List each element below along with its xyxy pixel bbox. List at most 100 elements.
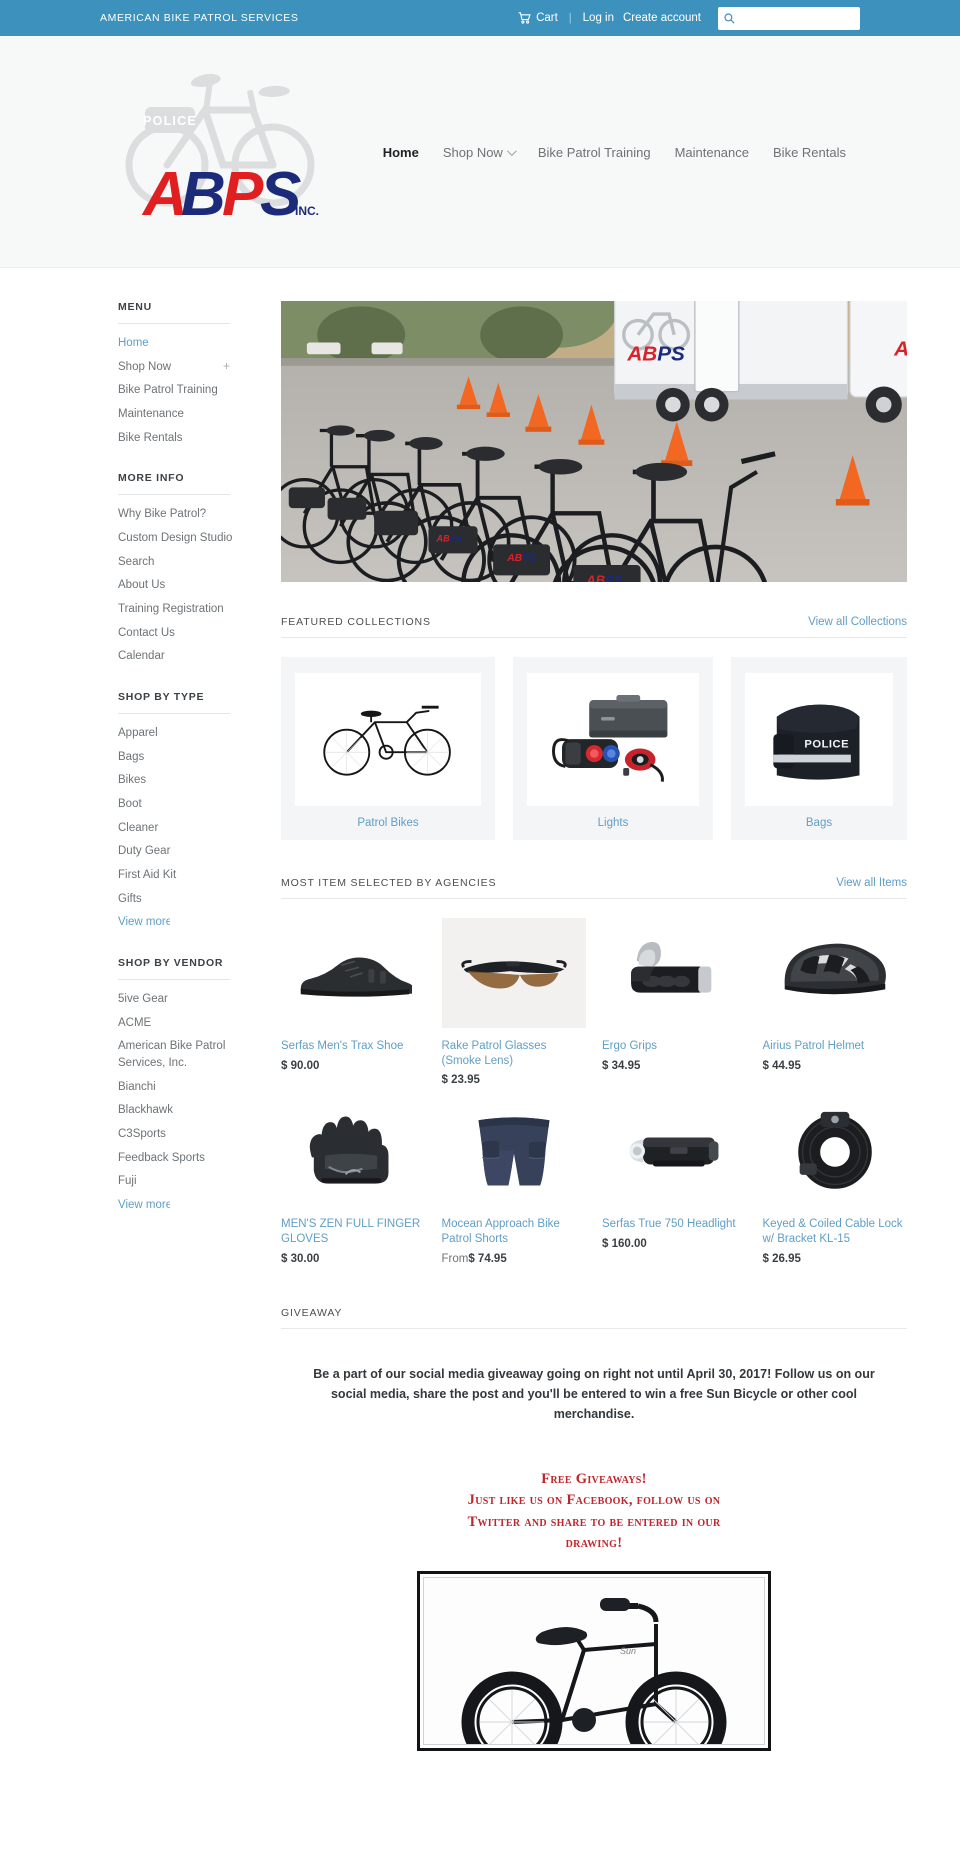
sidebar-item-gifts[interactable]: Gifts: [118, 891, 251, 908]
product-title[interactable]: MEN'S ZEN FULL FINGER GLOVES: [281, 1217, 426, 1246]
shop-by-vendor-view-more-link[interactable]: View more: [118, 1197, 170, 1214]
view-all-items-link[interactable]: View all Items: [836, 877, 907, 889]
price-value: $ 44.95: [762, 1059, 801, 1072]
nav-label: Home: [382, 144, 419, 160]
product-price: $ 90.00: [281, 1060, 426, 1072]
sidebar-item-calendar[interactable]: Calendar: [118, 648, 251, 665]
sidebar-item-home[interactable]: Home: [118, 335, 251, 352]
price-value: $ 23.95: [441, 1074, 480, 1087]
create-account-link[interactable]: Create account: [623, 12, 701, 24]
section-title: GIVEAWAY: [281, 1306, 343, 1319]
promo-line: Twitter and share to be entered in our: [467, 1513, 721, 1530]
nav-item-bike-rentals[interactable]: Bike Rentals: [761, 145, 858, 160]
site-title: AMERICAN BIKE PATROL SERVICES: [100, 12, 299, 24]
sidebar-item-c3sports[interactable]: C3Sports: [118, 1126, 251, 1143]
sidebar-heading-shop-by-vendor: SHOP BY VENDOR: [118, 957, 224, 970]
product-card[interactable]: MEN'S ZEN FULL FINGER GLOVES $ 30.00: [281, 1096, 426, 1265]
cart-button[interactable]: Cart: [518, 12, 558, 24]
divider: [281, 1327, 907, 1329]
list-item: 5ive Gear: [118, 991, 251, 1008]
product-card[interactable]: Serfas Men's Trax Shoe $ 90.00: [281, 918, 426, 1086]
sidebar-item-feedback-sports[interactable]: Feedback Sports: [118, 1150, 251, 1167]
product-price: $ 160.00: [602, 1238, 747, 1250]
sidebar-item-shop-now[interactable]: Shop Now: [118, 359, 171, 376]
sidebar-item-bikes[interactable]: Bikes: [118, 772, 251, 789]
sidebar-item-why-bike-patrol[interactable]: Why Bike Patrol?: [118, 506, 251, 523]
expand-plus-icon[interactable]: +: [223, 359, 230, 375]
sidebar-item-5ive-gear[interactable]: 5ive Gear: [118, 991, 251, 1008]
sidebar-item-first-aid-kit[interactable]: First Aid Kit: [118, 867, 251, 884]
search-box[interactable]: [718, 6, 860, 30]
list-item: Fuji: [118, 1173, 251, 1190]
svg-text:ABPS: ABPS: [506, 553, 536, 564]
product-title[interactable]: Keyed & Coiled Cable Lock w/ Bracket KL-…: [763, 1217, 908, 1246]
list-item: Home: [118, 335, 251, 352]
collection-card-lights[interactable]: Lights: [513, 657, 713, 840]
sidebar-item-cleaner[interactable]: Cleaner: [118, 820, 251, 837]
product-card[interactable]: Rake Patrol Glasses (Smoke Lens) $ 23.95: [441, 918, 587, 1087]
price-value: $ 160.00: [602, 1238, 647, 1251]
sidebar-item-maintenance[interactable]: Maintenance: [118, 406, 251, 423]
sidebar-item-boot[interactable]: Boot: [118, 796, 251, 813]
sidebar-item-acme[interactable]: ACME: [118, 1015, 251, 1032]
promo-line: Free Giveaways!: [541, 1470, 647, 1487]
sun-cruiser-bicycle-image: Sun: [461, 1598, 727, 1745]
sidebar-item-blackhawk[interactable]: Blackhawk: [118, 1102, 251, 1119]
product-title[interactable]: Rake Patrol Glasses (Smoke Lens): [442, 1039, 587, 1068]
product-image-zen-gloves: [281, 1096, 426, 1206]
product-card[interactable]: Airius Patrol Helmet $ 44.95: [763, 918, 908, 1086]
login-link[interactable]: Log in: [583, 12, 614, 24]
divider: [281, 898, 907, 899]
nav-item-bike-patrol-training[interactable]: Bike Patrol Training: [526, 145, 663, 160]
sidebar-item-search[interactable]: Search: [118, 554, 251, 571]
hero-banner[interactable]: ABPS ABPS ABPS ABPS: [281, 301, 907, 582]
sidebar-item-apparel[interactable]: Apparel: [118, 725, 251, 742]
sidebar-item-contact-us[interactable]: Contact Us: [118, 625, 251, 642]
sidebar-item-custom-design-studio[interactable]: Custom Design Studio: [118, 530, 251, 547]
product-card[interactable]: Serfas True 750 Headlight $ 160.00: [602, 1096, 747, 1264]
logo-inc-text: INC.: [295, 204, 319, 218]
sidebar-item-american-bike-patrol-services[interactable]: American Bike Patrol Services, Inc.: [118, 1038, 251, 1071]
sidebar-item-bags[interactable]: Bags: [118, 749, 251, 766]
sidebar-shop-by-type-list: Apparel Bags Bikes Boot Cleaner Duty Gea…: [118, 725, 251, 931]
site-logo[interactable]: POLICE A B P S INC.: [119, 50, 324, 222]
sidebar-item-bike-rentals[interactable]: Bike Rentals: [118, 430, 251, 447]
nav-item-maintenance[interactable]: Maintenance: [663, 145, 761, 160]
nav-item-shop-now[interactable]: Shop Now: [431, 145, 526, 160]
list-item: Feedback Sports: [118, 1150, 251, 1167]
product-title[interactable]: Mocean Approach Bike Patrol Shorts: [442, 1217, 587, 1246]
nav-item-home[interactable]: Home: [371, 145, 431, 160]
sidebar-item-duty-gear[interactable]: Duty Gear: [118, 843, 251, 860]
product-grid-row-1: Serfas Men's Trax Shoe $ 90.00 Rake Patr…: [281, 918, 907, 1086]
collection-card-patrol-bikes[interactable]: Patrol Bikes: [281, 657, 495, 840]
collection-image-patrol-bikes: [295, 673, 481, 806]
collection-card-bags[interactable]: POLICE Bags: [731, 657, 907, 840]
collection-image-bags: POLICE: [745, 673, 893, 806]
collection-label-lights[interactable]: Lights: [598, 817, 629, 829]
view-all-collections-link[interactable]: View all Collections: [808, 616, 907, 628]
list-item: Gifts: [118, 891, 251, 908]
product-title[interactable]: Serfas True 750 Headlight: [602, 1217, 747, 1232]
product-title[interactable]: Airius Patrol Helmet: [763, 1039, 908, 1054]
sidebar-item-training-registration[interactable]: Training Registration: [118, 601, 251, 618]
sidebar-heading-shop-by-type: SHOP BY TYPE: [118, 691, 205, 704]
list-item: First Aid Kit: [118, 867, 251, 884]
product-title[interactable]: Ergo Grips: [602, 1039, 747, 1054]
giveaway-promo-text: Free Giveaways! Just like us on Facebook…: [281, 1469, 907, 1555]
sidebar-more-info-list: Why Bike Patrol? Custom Design Studio Se…: [118, 506, 251, 665]
sidebar-item-bianchi[interactable]: Bianchi: [118, 1079, 251, 1096]
sidebar-item-fuji[interactable]: Fuji: [118, 1173, 251, 1190]
shop-by-type-view-more-link[interactable]: View more: [118, 914, 170, 931]
search-input[interactable]: [739, 11, 854, 25]
sidebar-item-bike-patrol-training[interactable]: Bike Patrol Training: [118, 382, 251, 399]
product-card[interactable]: Keyed & Coiled Cable Lock w/ Bracket KL-…: [763, 1096, 908, 1265]
product-card[interactable]: Ergo Grips $ 34.95: [602, 918, 747, 1086]
product-price: $ 26.95: [763, 1253, 908, 1265]
list-item: American Bike Patrol Services, Inc.: [118, 1038, 251, 1071]
collection-label-bags[interactable]: Bags: [806, 817, 832, 829]
sidebar-item-about-us[interactable]: About Us: [118, 577, 251, 594]
collection-label-patrol-bikes[interactable]: Patrol Bikes: [357, 817, 418, 829]
product-title[interactable]: Serfas Men's Trax Shoe: [281, 1039, 426, 1054]
sidebar-heading-more-info: MORE INFO: [118, 472, 185, 485]
product-card[interactable]: Mocean Approach Bike Patrol Shorts From$…: [442, 1096, 587, 1265]
